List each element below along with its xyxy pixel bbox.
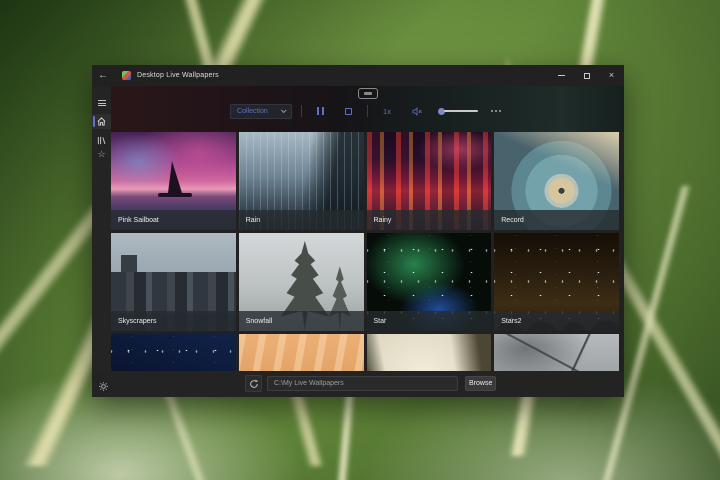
- back-button[interactable]: ←: [92, 65, 114, 86]
- collection-label: Collection: [237, 107, 268, 115]
- stop-icon: [345, 107, 353, 115]
- stop-button[interactable]: [339, 104, 358, 118]
- wallpaper-label: Rainy: [366, 210, 492, 230]
- speed-label: 1x: [383, 106, 391, 116]
- gear-icon: [98, 381, 108, 391]
- wallpaper-path-input[interactable]: [267, 376, 458, 391]
- toolbar-divider: [301, 105, 303, 117]
- more-options-button[interactable]: [487, 110, 505, 112]
- close-icon: ×: [608, 70, 615, 80]
- sidebar-item-library[interactable]: [92, 133, 111, 148]
- sidebar-item-home[interactable]: [92, 114, 111, 129]
- bottom-bar: Browse: [92, 371, 624, 397]
- wallpaper-label: Snowfall: [238, 311, 364, 331]
- wallpaper-label: Stars2: [494, 311, 619, 331]
- wallpaper-label: Rain: [238, 210, 364, 230]
- maximize-icon: [583, 72, 590, 79]
- wallpaper-thumbnail: [366, 334, 492, 371]
- minimize-button[interactable]: [549, 65, 574, 86]
- window-title: Desktop Live Wallpapers: [137, 72, 219, 79]
- pause-button[interactable]: [311, 104, 330, 118]
- monitor-dash: [363, 92, 372, 95]
- wallpaper-label: Pink Sailboat: [111, 210, 236, 230]
- wallpaper-tile[interactable]: Skyscrapers: [111, 233, 236, 331]
- wallpaper-tile[interactable]: Stars2: [494, 233, 619, 331]
- browse-button[interactable]: Browse: [465, 376, 497, 391]
- wallpaper-label: Record: [494, 210, 619, 230]
- wallpaper-tile[interactable]: [494, 334, 619, 371]
- sidebar-item-favorites[interactable]: ☆: [92, 147, 111, 162]
- pause-icon: [317, 107, 325, 115]
- wallpaper-tile[interactable]: Star: [366, 233, 492, 331]
- titlebar: ← Desktop Live Wallpapers ×: [92, 65, 624, 86]
- speaker-mute-icon: [412, 106, 422, 116]
- app-window: ← Desktop Live Wallpapers × ☆ Collection…: [92, 65, 624, 397]
- toolbar: Collection 1x: [111, 103, 624, 119]
- volume-slider[interactable]: [437, 107, 478, 115]
- wallpaper-grid: Pink Sailboat Rain Rainy Record Skyscrap…: [111, 132, 619, 371]
- wallpaper-label: Skyscrapers: [111, 311, 236, 331]
- wallpaper-label: Star: [366, 311, 492, 331]
- wallpaper-thumbnail: [238, 334, 364, 371]
- wallpaper-tile[interactable]: [238, 334, 364, 371]
- wallpaper-tile[interactable]: [111, 334, 236, 371]
- wallpaper-tile[interactable]: Snowfall: [238, 233, 364, 331]
- refresh-button[interactable]: [245, 375, 262, 392]
- hamburger-icon: [97, 99, 106, 106]
- wallpaper-tile[interactable]: Rainy: [366, 132, 492, 230]
- selected-indicator: [93, 116, 95, 127]
- star-icon: ☆: [97, 149, 106, 159]
- wallpaper-thumbnail: [111, 334, 236, 371]
- close-button[interactable]: ×: [599, 65, 624, 86]
- sidebar: ☆: [92, 86, 111, 397]
- wallpaper-tile[interactable]: [366, 334, 492, 371]
- playback-speed-button[interactable]: 1x: [377, 104, 397, 118]
- wallpaper-tile[interactable]: Record: [494, 132, 619, 230]
- chevron-down-icon: [280, 107, 287, 114]
- minimize-icon: [558, 75, 565, 76]
- maximize-button[interactable]: [574, 65, 599, 86]
- volume-slider-track: [443, 110, 478, 112]
- wallpaper-thumbnail: [494, 334, 619, 371]
- sidebar-menu-button[interactable]: [92, 95, 111, 110]
- mute-button[interactable]: [406, 104, 429, 118]
- settings-button[interactable]: [96, 379, 110, 393]
- monitor-widget-icon[interactable]: [357, 88, 378, 99]
- home-icon: [97, 117, 106, 126]
- wallpaper-tile[interactable]: Rain: [238, 132, 364, 230]
- library-icon: [97, 136, 106, 145]
- main-content: Collection 1x Pink Sailboat Rain Rainy R…: [111, 86, 624, 397]
- app-icon: [122, 71, 131, 80]
- wallpaper-tile[interactable]: Pink Sailboat: [111, 132, 236, 230]
- collection-dropdown[interactable]: Collection: [230, 103, 293, 119]
- refresh-icon: [249, 379, 258, 388]
- window-controls: ×: [549, 65, 624, 86]
- toolbar-divider: [367, 105, 369, 117]
